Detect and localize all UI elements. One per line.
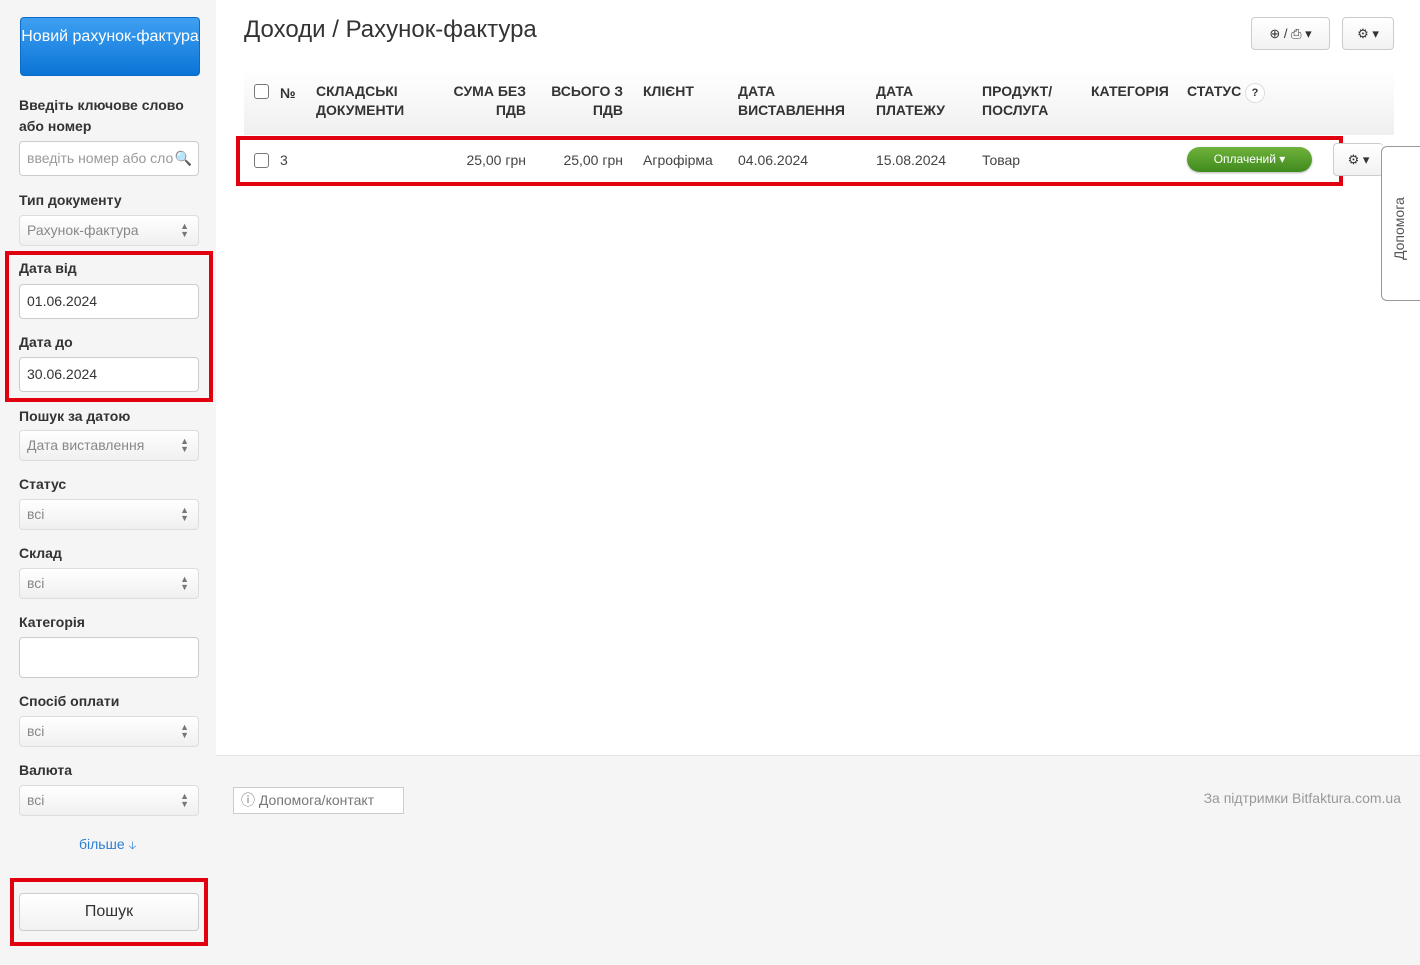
search-button[interactable]: Пошук [19, 893, 199, 931]
keyword-label: Введіть ключове слово або номер [19, 97, 184, 134]
col-sum-no-vat: СУМА БЕЗ ПДВ [453, 83, 526, 118]
doc-type-select[interactable]: Рахунок-фактура ▲ ▼ [19, 215, 199, 246]
keyword-placeholder: введіть номер або слово [27, 150, 189, 166]
date-from-input[interactable]: 01.06.2024 [19, 284, 199, 319]
cell-total-vat: 25,00 грн [563, 152, 623, 168]
col-issue-date: ДАТА ВИСТАВЛЕННЯ [738, 83, 845, 118]
export-print-button[interactable]: ⊕ / ⎙ ▾ [1251, 17, 1330, 50]
currency-select[interactable]: всі ▲ ▼ [19, 785, 199, 816]
status-help-icon[interactable]: ? [1245, 83, 1265, 103]
search-by-date-label: Пошук за датою [19, 408, 131, 424]
select-arrows-icon: ▲ ▼ [180, 505, 189, 523]
arrow-down-icon: 🡣 [128, 840, 137, 852]
doc-type-label: Тип документу [19, 192, 122, 208]
date-from-label: Дата від [19, 260, 77, 276]
select-arrows-icon: ▲ ▼ [180, 221, 189, 239]
row-actions-button[interactable]: ⚙ ▾ [1333, 143, 1383, 176]
cell-issue-date: 04.06.2024 [738, 152, 809, 168]
status-value: всі [27, 506, 45, 522]
select-arrows-icon: ▲ ▼ [180, 574, 189, 592]
more-link[interactable]: більше 🡣 [79, 836, 136, 856]
col-client: КЛІЄНТ [643, 83, 694, 99]
category-label: Категорія [19, 614, 85, 630]
warehouse-label: Склад [19, 545, 62, 561]
date-to-label: Дата до [19, 334, 73, 350]
caret-down-icon: ▾ [1305, 26, 1312, 41]
col-product: ПРОДУКТ/ ПОСЛУГА [982, 83, 1053, 118]
select-all-checkbox[interactable] [254, 84, 269, 99]
status-label: Статус [19, 476, 67, 492]
currency-label: Валюта [19, 762, 73, 778]
doc-type-value: Рахунок-фактура [27, 222, 139, 238]
gear-icon: ⚙ [1357, 26, 1369, 41]
more-link-label: більше [79, 836, 125, 852]
powered-by: За підтримки Bitfaktura.com.ua [1203, 790, 1401, 806]
gear-icon: ⚙ [1347, 152, 1360, 167]
search-by-date-select[interactable]: Дата виставлення ▲ ▼ [19, 430, 199, 461]
select-arrows-icon: ▲ ▼ [180, 436, 189, 454]
payment-value: всі [27, 723, 45, 739]
col-payment-date: ДАТА ПЛАТЕЖУ [876, 83, 945, 118]
col-number: № [280, 85, 296, 101]
info-icon: ⓘ [241, 792, 255, 808]
select-arrows-icon: ▲ ▼ [180, 722, 189, 740]
page-title: Доходи / Рахунок-фактура [244, 16, 537, 43]
cell-number[interactable]: 3 [280, 152, 288, 168]
caret-down-icon: ▾ [1372, 26, 1379, 41]
col-category: КАТЕГОРІЯ [1091, 83, 1169, 99]
row-checkbox[interactable] [254, 153, 269, 168]
cell-product: Товар [982, 152, 1021, 168]
help-tab[interactable]: Допомога [1381, 146, 1420, 301]
help-contact-label: Допомога/контакт [258, 792, 375, 808]
search-icon: 🔍 [172, 142, 192, 175]
caret-down-icon: ▾ [1362, 152, 1370, 167]
caret-down-icon: ▾ [1279, 152, 1286, 166]
status-dropdown[interactable]: Оплачений ▾ [1187, 147, 1312, 172]
col-total-vat: ВСЬОГО З ПДВ [551, 83, 623, 118]
warehouse-value: всі [27, 575, 45, 591]
payment-select[interactable]: всі ▲ ▼ [19, 716, 199, 747]
col-warehouse-docs: СКЛАДСЬКІ ДОКУМЕНТИ [316, 83, 405, 118]
currency-value: всі [27, 792, 45, 808]
cell-sum-no-vat: 25,00 грн [466, 152, 526, 168]
help-tab-label: Допомога [1391, 197, 1407, 260]
status-badge: Оплачений [1213, 152, 1276, 166]
status-select[interactable]: всі ▲ ▼ [19, 499, 199, 530]
print-icon: ⎙ [1291, 26, 1302, 41]
separator: / [1283, 26, 1288, 41]
search-by-date-value: Дата виставлення [27, 437, 145, 453]
payment-label: Спосіб оплати [19, 693, 120, 709]
cell-payment-date: 15.08.2024 [876, 152, 947, 168]
cell-client[interactable]: Агрофірма [643, 152, 713, 168]
keyword-input[interactable]: введіть номер або слово 🔍 [19, 141, 199, 176]
help-contact-button[interactable]: ⓘ Допомога/контакт [233, 787, 404, 814]
settings-button[interactable]: ⚙ ▾ [1342, 17, 1394, 50]
category-input[interactable] [19, 637, 199, 678]
download-icon: ⊕ [1269, 26, 1281, 41]
col-status: СТАТУС [1187, 83, 1242, 99]
date-to-input[interactable]: 30.06.2024 [19, 357, 199, 392]
warehouse-select[interactable]: всі ▲ ▼ [19, 568, 199, 599]
new-invoice-button[interactable]: Новий рахунок-фактура [20, 17, 200, 76]
select-arrows-icon: ▲ ▼ [180, 791, 189, 809]
